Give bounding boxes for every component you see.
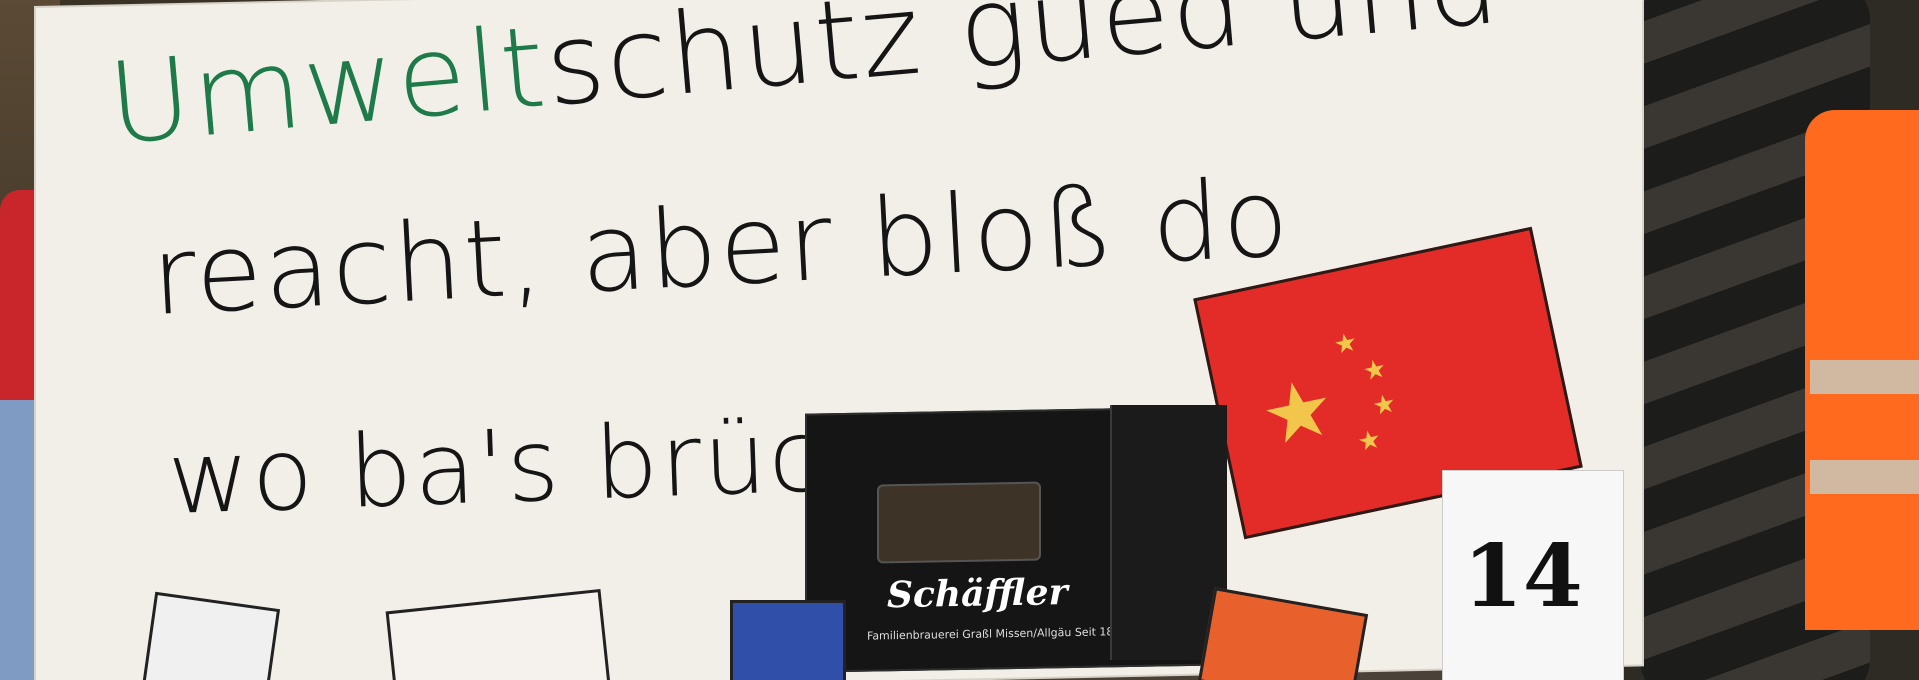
sign-line-3: wo ba's brüc [165, 397, 828, 537]
photo-scene: Umweltschutz güed und reacht, aber bloß … [0, 0, 1919, 680]
flag-small-star-icon: ★ [1369, 388, 1399, 423]
number-card-value: 14 [1463, 526, 1583, 627]
flag-big-star-icon: ★ [1253, 358, 1343, 465]
crate-subtitle: Familienbrauerei Graßl Missen/Allgäu Sei… [867, 625, 1128, 643]
flag-small-star-icon: ★ [1360, 353, 1390, 388]
vest-reflective-stripe [1810, 360, 1919, 394]
crate-brand: Schäffler [887, 571, 1068, 617]
painted-flag [730, 600, 846, 680]
crate-window-bottles [877, 481, 1041, 564]
flag-small-star-icon: ★ [1354, 424, 1384, 459]
flag-small-star-icon: ★ [1331, 326, 1361, 362]
vest-reflective-stripe [1810, 460, 1919, 494]
number-card: 14 [1442, 470, 1624, 680]
